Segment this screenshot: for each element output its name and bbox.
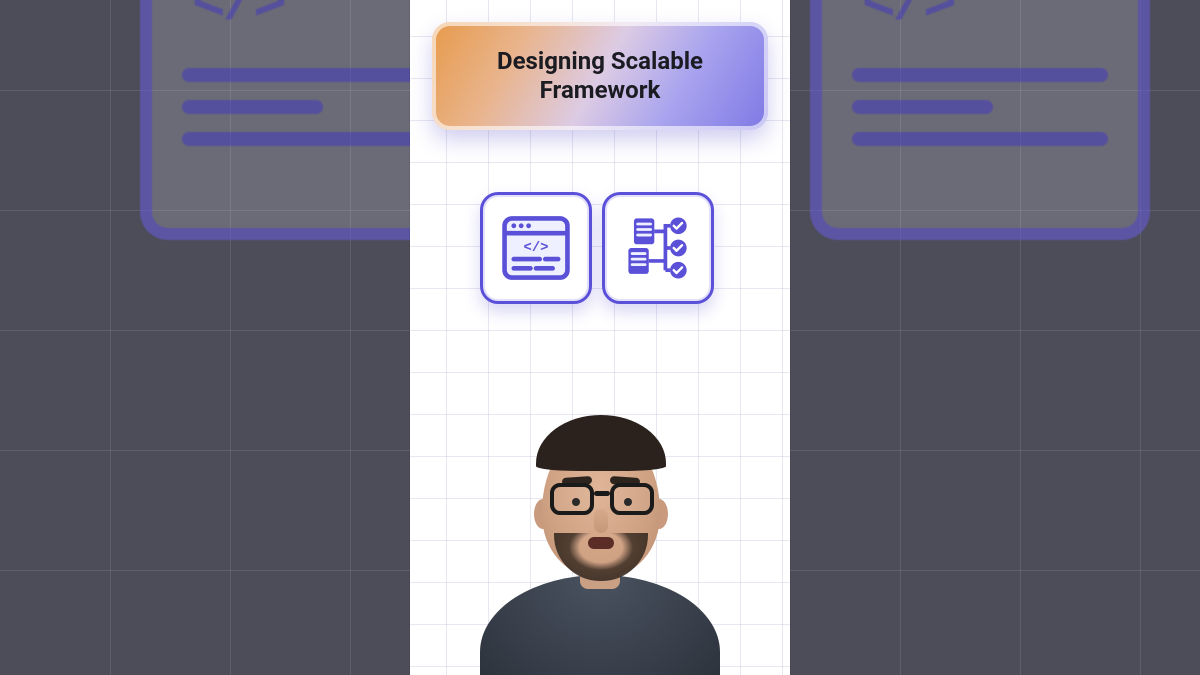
background-ghost-card-right: </> — [810, 0, 1150, 240]
code-window-card: </> — [480, 192, 592, 304]
presenter-photo — [480, 420, 720, 675]
center-column: Designing Scalable Framework </> — [410, 0, 790, 675]
title-card: Designing Scalable Framework — [432, 22, 768, 130]
checklist-tree-icon — [621, 211, 695, 285]
code-window-icon: </> — [499, 211, 573, 285]
title-text: Designing Scalable Framework — [460, 47, 740, 105]
svg-text:</>: </> — [524, 240, 549, 256]
icon-card-row: </> — [480, 192, 714, 304]
checklist-tree-card — [602, 192, 714, 304]
video-frame: </> </> Designing Scalable Framework — [0, 0, 1200, 675]
